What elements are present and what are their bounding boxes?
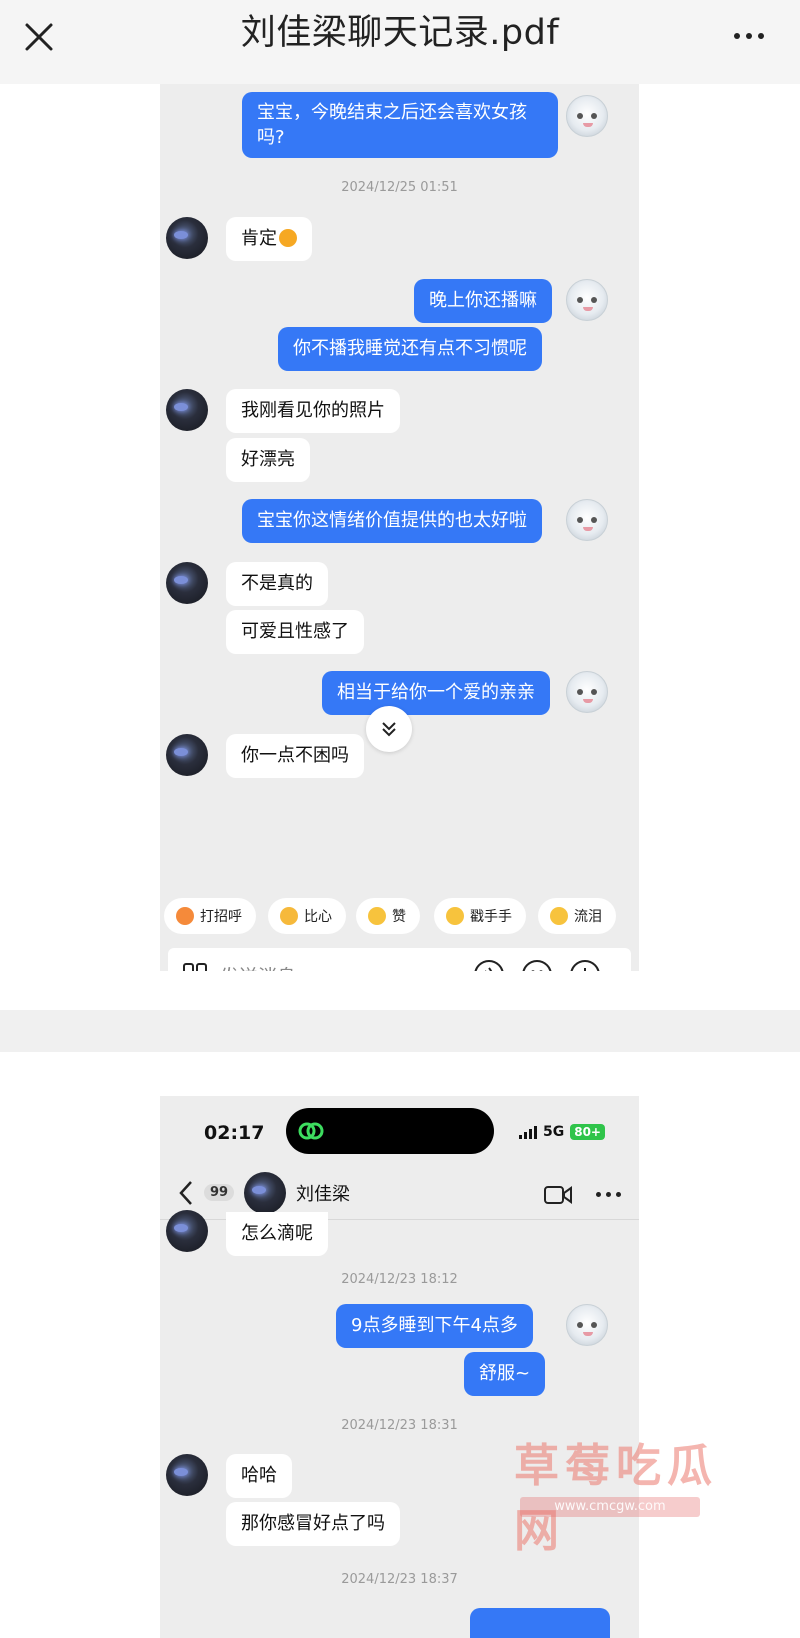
timestamp: 2024/12/25 01:51 xyxy=(341,180,458,195)
crying-emoji-icon xyxy=(550,907,568,925)
quick-reply-greet[interactable]: 打招呼 xyxy=(164,898,256,934)
wave-emoji-icon xyxy=(176,907,194,925)
timestamp: 2024/12/23 18:37 xyxy=(341,1572,458,1587)
signal-icon xyxy=(519,1125,537,1139)
video-call-icon[interactable] xyxy=(543,1184,573,1206)
quick-reply-bar: 打招呼 比心 赞 戳手手 流泪 xyxy=(160,898,639,936)
chat-screenshot-1: 宝宝，今晚结束之后还会喜欢女孩吗? 2024/12/25 01:51 肯定 晚上… xyxy=(160,84,639,971)
apps-grid-icon[interactable] xyxy=(182,962,208,971)
watermark-title: 草莓吃瓜网 xyxy=(514,1439,719,1557)
my-avatar xyxy=(566,671,608,713)
message-bubble-out: 相当于给你一个爱的亲亲 xyxy=(322,671,550,715)
my-avatar xyxy=(566,95,608,137)
message-bubble-out: 舒服~ xyxy=(464,1352,546,1396)
thumbs-up-emoji-icon xyxy=(368,907,386,925)
message-bubble-in: 好漂亮 xyxy=(226,438,310,482)
message-bubble-out: 宝宝，今晚结束之后还会喜欢女孩吗? xyxy=(242,92,558,158)
heart-hands-emoji-icon xyxy=(280,907,298,925)
scroll-to-bottom-button[interactable] xyxy=(366,706,412,752)
message-bubble-out-partial xyxy=(470,1608,610,1638)
crying-emoji-icon xyxy=(279,229,297,247)
network-type: 5G xyxy=(543,1124,565,1140)
more-options-icon[interactable] xyxy=(596,1192,621,1197)
message-bubble-in: 那你感冒好点了吗 xyxy=(226,1502,400,1546)
dynamic-island xyxy=(286,1108,494,1154)
battery-indicator: 80+ xyxy=(570,1124,605,1140)
my-avatar xyxy=(566,499,608,541)
status-bar-indicators: 5G 80+ xyxy=(519,1124,605,1140)
pdf-page-1: 宝宝，今晚结束之后还会喜欢女孩吗? 2024/12/25 01:51 肯定 晚上… xyxy=(0,84,800,1010)
message-bubble-out: 晚上你还播嘛 xyxy=(414,279,552,323)
sound-wave-icon xyxy=(485,967,493,971)
site-watermark: 草莓吃瓜网 www.cmcgw.com xyxy=(490,1421,740,1557)
contact-avatar[interactable] xyxy=(244,1172,286,1214)
message-bubble-in: 我刚看见你的照片 xyxy=(226,389,400,433)
my-avatar xyxy=(566,1304,608,1346)
message-bubble-in: 肯定 xyxy=(226,217,312,261)
message-input-bar: 发送消息 xyxy=(168,948,631,971)
contact-avatar xyxy=(166,217,208,259)
link-icon xyxy=(298,1122,324,1140)
contact-avatar xyxy=(166,562,208,604)
message-bubble-out: 你不播我睡觉还有点不习惯呢 xyxy=(278,327,542,371)
contact-avatar xyxy=(166,734,208,776)
double-chevron-down-icon xyxy=(382,722,396,737)
add-icon[interactable] xyxy=(570,960,600,971)
timestamp: 2024/12/23 18:12 xyxy=(341,1272,458,1287)
watermark-url: www.cmcgw.com xyxy=(520,1497,700,1517)
unread-count-badge: 99 xyxy=(204,1184,235,1201)
message-bubble-in: 可爱且性感了 xyxy=(226,610,364,654)
message-bubble-in: 怎么滴呢 xyxy=(226,1212,328,1256)
emoji-icon[interactable] xyxy=(522,960,552,971)
quick-reply-heart[interactable]: 比心 xyxy=(268,898,346,934)
plus-icon xyxy=(584,968,586,971)
message-input[interactable]: 发送消息 xyxy=(220,962,296,971)
contact-avatar xyxy=(166,1454,208,1496)
quick-reply-like[interactable]: 赞 xyxy=(356,898,420,934)
back-chevron-icon[interactable] xyxy=(178,1180,194,1206)
message-bubble-in: 哈哈 xyxy=(226,1454,292,1498)
poke-emoji-icon xyxy=(446,907,464,925)
status-bar-time: 02:17 xyxy=(204,1122,265,1144)
quick-reply-poke[interactable]: 戳手手 xyxy=(434,898,526,934)
voice-icon[interactable] xyxy=(474,960,504,971)
message-bubble-in: 不是真的 xyxy=(226,562,328,606)
smiley-face-icon xyxy=(531,970,543,971)
message-bubble-in: 你一点不困吗 xyxy=(226,734,364,778)
more-options-icon[interactable] xyxy=(734,33,764,39)
document-title: 刘佳梁聊天记录.pdf xyxy=(240,13,560,53)
quick-reply-cry[interactable]: 流泪 xyxy=(538,898,616,934)
pdf-viewer-toolbar: 刘佳梁聊天记录.pdf xyxy=(0,0,800,84)
my-avatar xyxy=(566,279,608,321)
contact-avatar xyxy=(166,389,208,431)
contact-name[interactable]: 刘佳梁 xyxy=(296,1180,350,1206)
contact-avatar xyxy=(166,1210,208,1252)
message-bubble-out: 宝宝你这情绪价值提供的也太好啦 xyxy=(242,499,542,543)
message-bubble-out: 9点多睡到下午4点多 xyxy=(336,1304,533,1348)
